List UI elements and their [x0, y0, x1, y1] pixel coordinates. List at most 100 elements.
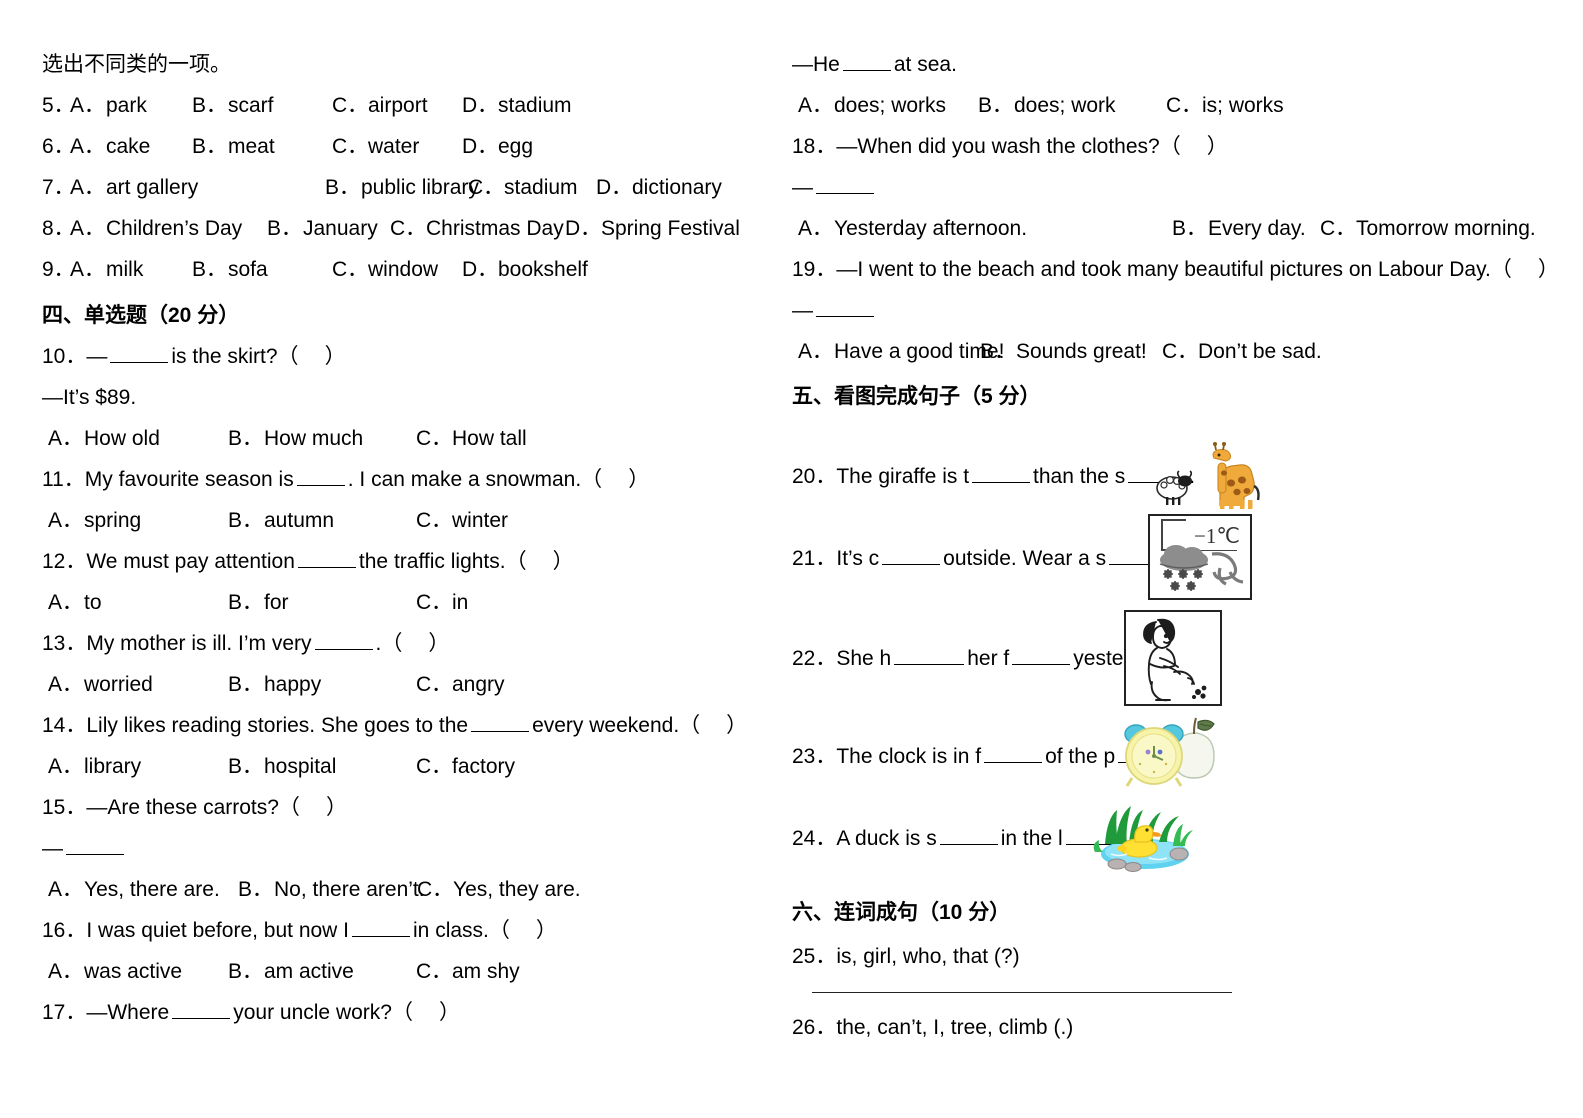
question-21-num: 21．	[792, 547, 837, 570]
option-11-c-text[interactable]: winter	[452, 508, 508, 534]
cold-weather-card-icon: −1℃	[1148, 514, 1252, 600]
option-9-d-label: D．	[462, 258, 499, 281]
option-19-c-label: C．	[1162, 340, 1199, 363]
blank-21-1[interactable]	[882, 550, 941, 565]
blank-13[interactable]	[314, 635, 373, 650]
option-13-c-label: C．	[416, 673, 453, 696]
option-5-a-text[interactable]: park	[106, 93, 147, 119]
option-10-b-text[interactable]: How much	[264, 426, 363, 452]
option-12-c-text[interactable]: in	[452, 590, 468, 616]
option-6-d-text[interactable]: egg	[498, 134, 533, 160]
question-22-mid: her f	[967, 647, 1010, 670]
option-14-a-text[interactable]: library	[84, 754, 141, 780]
option-13-c-text[interactable]: angry	[452, 672, 505, 698]
question-16-stem-post: in class.（	[413, 919, 510, 942]
option-14-c-text[interactable]: factory	[452, 754, 515, 780]
option-10-a-text[interactable]: How old	[84, 426, 160, 452]
option-10-c-text[interactable]: How tall	[452, 426, 527, 452]
option-10-b-label: B．	[228, 427, 264, 450]
option-13-b-text[interactable]: happy	[264, 672, 321, 698]
blank-23-1[interactable]	[984, 748, 1043, 763]
blank-17-reply[interactable]	[842, 56, 891, 71]
blank-12[interactable]	[297, 553, 356, 568]
option-17-a-text[interactable]: does; works	[834, 93, 946, 119]
question-14-options: A． library B． hospital C． factory	[42, 754, 752, 780]
blank-20-1[interactable]	[972, 468, 1031, 483]
option-9-b-text[interactable]: sofa	[228, 257, 268, 283]
blank-18-answer[interactable]	[816, 179, 874, 194]
option-18-a-text[interactable]: Yesterday afternoon.	[834, 216, 1027, 242]
question-18-answer-line: —	[792, 175, 1552, 201]
option-15-a-text[interactable]: Yes, there are.	[84, 877, 220, 903]
picture-question-22: 22．She h her f yesterday.	[792, 608, 1552, 712]
question-25-answer-rule[interactable]	[812, 992, 1232, 993]
option-19-b-text[interactable]: Sounds great!	[1016, 339, 1147, 365]
question-row-7: 7． A． art gallery B． public library C． s…	[42, 175, 752, 201]
question-24-num: 24．	[792, 827, 837, 850]
option-18-b-label: B．	[1172, 217, 1208, 240]
blank-17[interactable]	[172, 1004, 231, 1019]
option-7-b-text[interactable]: public library	[361, 175, 479, 201]
option-5-d-text[interactable]: stadium	[498, 93, 572, 119]
option-8-b-label: B．	[267, 217, 303, 240]
blank-10[interactable]	[110, 348, 169, 363]
option-9-c-text[interactable]: window	[368, 257, 438, 283]
option-16-b-text[interactable]: am active	[264, 959, 354, 985]
option-14-b-text[interactable]: hospital	[264, 754, 336, 780]
question-15-stem-text: 15．—Are these carrots?（	[42, 796, 300, 819]
worksheet-page: 选出不同类的一项。 5． A． park B． scarf C． airport…	[0, 0, 1583, 1118]
blank-22-1[interactable]	[894, 650, 965, 665]
option-12-b-label: B．	[228, 591, 264, 614]
option-15-c-text[interactable]: Yes, they are.	[453, 877, 581, 903]
option-12-a-text[interactable]: to	[84, 590, 102, 616]
option-11-a-text[interactable]: spring	[84, 508, 141, 534]
blank-24-1[interactable]	[939, 830, 998, 845]
option-18-c-text[interactable]: Tomorrow morning.	[1356, 216, 1536, 242]
option-7-d-text[interactable]: dictionary	[632, 175, 722, 201]
option-19-c-text[interactable]: Don’t be sad.	[1198, 339, 1322, 365]
option-17-b-text[interactable]: does; work	[1014, 93, 1116, 119]
question-17-options: A． does; works B． does; work C． is; work…	[792, 93, 1552, 119]
option-7-c-text[interactable]: stadium	[504, 175, 578, 201]
question-15-options: A． Yes, there are. B． No, there aren’t. …	[42, 877, 752, 903]
option-8-d-text[interactable]: Spring Festival	[601, 216, 740, 242]
question-row-6: 6． A． cake B． meat C． water D． egg	[42, 134, 752, 160]
option-9-d-text[interactable]: bookshelf	[498, 257, 588, 283]
option-5-a-label: A．	[70, 94, 106, 117]
option-6-a-text[interactable]: cake	[106, 134, 150, 160]
option-15-b-text[interactable]: No, there aren’t.	[274, 877, 425, 903]
option-19-a-text[interactable]: Have a good time!	[834, 339, 1004, 365]
option-17-c-text[interactable]: is; works	[1202, 93, 1284, 119]
blank-15-answer[interactable]	[66, 840, 124, 855]
question-15-paren-close: ）	[325, 796, 347, 819]
question-13-stem: 13．My mother is ill. I’m very .（ ）	[42, 631, 752, 657]
question-11-stem-pre: 11．My favourite season is	[42, 468, 294, 491]
blank-14[interactable]	[471, 717, 530, 732]
question-18-dash: —	[792, 176, 813, 199]
option-12-b-text[interactable]: for	[264, 590, 289, 616]
option-13-a-text[interactable]: worried	[84, 672, 153, 698]
option-18-b-text[interactable]: Every day.	[1208, 216, 1306, 242]
blank-16[interactable]	[352, 922, 411, 937]
option-16-c-text[interactable]: am shy	[452, 959, 520, 985]
option-6-b-text[interactable]: meat	[228, 134, 275, 160]
option-5-c-text[interactable]: airport	[368, 93, 428, 119]
option-16-a-text[interactable]: was active	[84, 959, 182, 985]
option-14-a-label: A．	[48, 755, 84, 778]
option-6-c-text[interactable]: water	[368, 134, 419, 160]
option-8-c-text[interactable]: Christmas Day	[426, 216, 564, 242]
option-11-b-text[interactable]: autumn	[264, 508, 334, 534]
duck-in-lake-icon	[1087, 792, 1199, 872]
question-12-paren-close: ）	[552, 550, 574, 573]
option-5-b-text[interactable]: scarf	[228, 93, 274, 119]
blank-22-2[interactable]	[1012, 650, 1071, 665]
option-9-a-text[interactable]: milk	[106, 257, 143, 283]
option-8-b-text[interactable]: January	[303, 216, 378, 242]
option-15-b-label: B．	[238, 878, 274, 901]
picture-question-20: 20．The giraffe is t than the s.	[792, 436, 1552, 512]
blank-19-answer[interactable]	[816, 302, 874, 317]
option-11-b-label: B．	[228, 509, 264, 532]
option-7-a-text[interactable]: art gallery	[106, 175, 198, 201]
option-8-a-text[interactable]: Children’s Day	[106, 216, 242, 242]
blank-11[interactable]	[296, 471, 345, 486]
